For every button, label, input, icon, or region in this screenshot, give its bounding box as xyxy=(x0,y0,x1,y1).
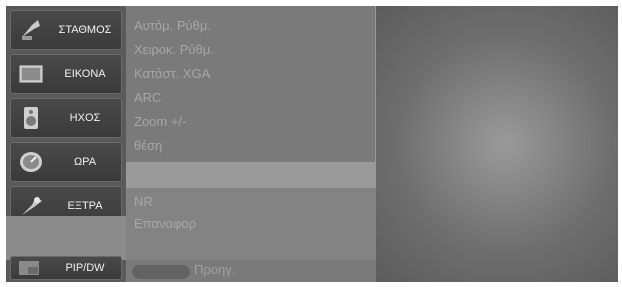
submenu-item[interactable]: Αυτόμ. Ρύθμ. xyxy=(134,18,211,33)
pip-icon xyxy=(19,261,39,275)
tv-osd-screen: ΣΤΑΘΜΟΣ ΕΙΚΟΝΑ ΗΧΟΣ ΩΡΑ ΕΞΤΡΑ PIP/DW Αυτ… xyxy=(6,6,618,282)
submenu-item[interactable]: NR xyxy=(134,194,153,209)
sidebar-divider xyxy=(6,216,126,260)
speaker-icon xyxy=(24,107,38,129)
main-menu-sidebar: ΣΤΑΘΜΟΣ ΕΙΚΟΝΑ ΗΧΟΣ ΩΡΑ ΕΞΤΡΑ PIP/DW xyxy=(6,6,126,282)
menu-item-time[interactable]: ΩΡΑ xyxy=(10,142,122,182)
submenu-panel: Αυτόμ. Ρύθμ. Χειροκ. Ρύθμ. Κατάστ. XGA A… xyxy=(126,6,376,162)
menu-item-picture[interactable]: ΕΙΚΟΝΑ xyxy=(10,54,122,94)
menu-item-station[interactable]: ΣΤΑΘΜΟΣ xyxy=(10,10,122,50)
submenu-lower-panel: NR Επαναφορ xyxy=(126,188,376,260)
menu-item-label: ΗΧΟΣ xyxy=(69,112,101,124)
submenu-item[interactable]: Zoom +/- xyxy=(134,114,186,129)
menu-item-sound[interactable]: ΗΧΟΣ xyxy=(10,98,122,138)
clock-icon xyxy=(20,152,42,172)
submenu-item[interactable]: Επαναφορ xyxy=(134,216,196,231)
antenna-icon xyxy=(22,20,40,40)
submenu-selection-bar xyxy=(126,162,376,188)
menu-button-pill[interactable] xyxy=(132,264,190,279)
menu-item-pip[interactable]: PIP/DW xyxy=(10,256,122,280)
menu-item-label: ΣΤΑΘΜΟΣ xyxy=(58,24,112,36)
submenu-item[interactable]: Κατάστ. XGA xyxy=(134,66,210,81)
previous-label: Προηγ. xyxy=(194,262,236,277)
submenu-item[interactable]: θέση xyxy=(134,138,162,153)
picture-icon xyxy=(19,65,43,83)
background-glow xyxy=(366,6,618,282)
submenu-item[interactable]: Χειροκ. Ρύθμ. xyxy=(134,42,214,57)
menu-item-label: ΩΡΑ xyxy=(73,156,97,168)
menu-item-label: PIP/DW xyxy=(65,262,105,274)
submenu-item[interactable]: ARC xyxy=(134,90,161,105)
menu-item-label: ΕΙΚΟΝΑ xyxy=(64,68,106,80)
footer-bar: Προηγ. xyxy=(126,260,376,282)
